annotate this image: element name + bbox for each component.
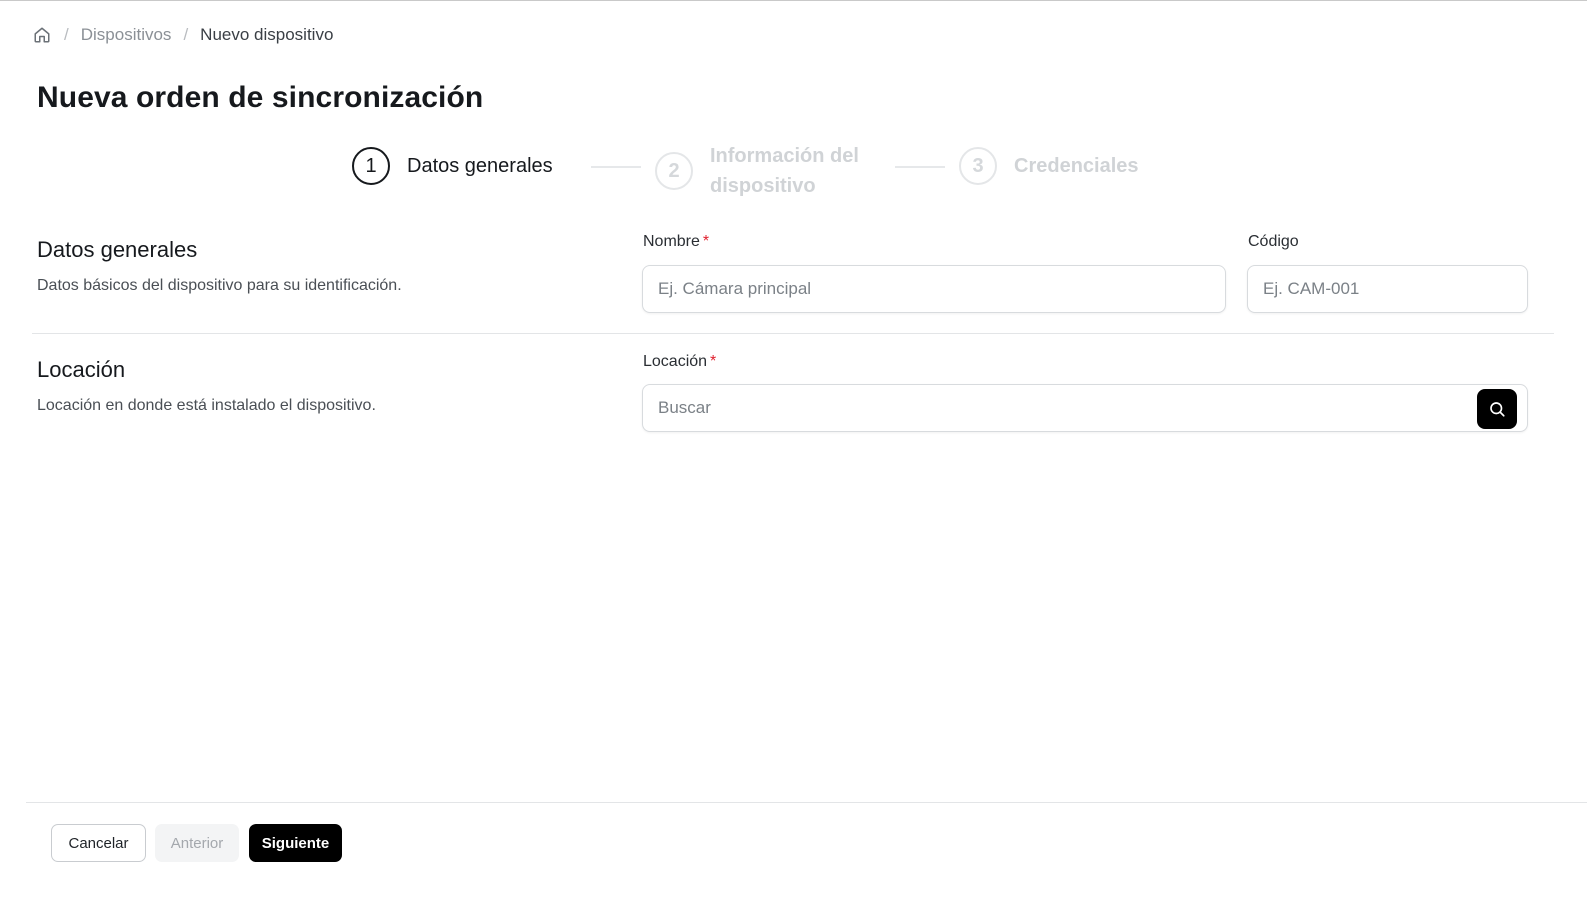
nombre-label: Nombre *: [643, 233, 709, 251]
cancel-button[interactable]: Cancelar: [51, 824, 146, 862]
step-number: 1: [352, 147, 390, 185]
locacion-label: Locación *: [643, 353, 716, 371]
stepper: 1 Datos generales 2 Información del disp…: [352, 141, 1172, 197]
step-informacion-dispositivo[interactable]: 2 Información del dispositivo: [655, 141, 870, 201]
breadcrumb-separator: /: [64, 25, 69, 44]
search-button[interactable]: [1477, 389, 1517, 429]
breadcrumb-current: Nuevo dispositivo: [200, 25, 334, 44]
step-label: Información del dispositivo: [710, 145, 859, 197]
codigo-field-wrapper: [1247, 265, 1528, 313]
nombre-label-text: Nombre: [643, 233, 700, 250]
step-label: Credenciales: [1014, 155, 1139, 177]
required-marker: *: [710, 353, 717, 370]
section-description-location: Locación en donde está instalado el disp…: [37, 397, 376, 414]
search-icon: [1488, 400, 1506, 418]
step-connector: [591, 166, 641, 168]
page-title: Nueva orden de sincronización: [37, 81, 484, 114]
step-number: 2: [655, 152, 693, 190]
locacion-search-input[interactable]: [643, 385, 1527, 431]
step-label: Datos generales: [407, 155, 553, 177]
section-title-location: Locación: [37, 357, 126, 382]
section-description-general: Datos básicos del dispositivo para su id…: [37, 277, 402, 294]
locacion-field-wrapper: [642, 384, 1528, 432]
breadcrumb-separator: /: [183, 25, 189, 44]
breadcrumb: / Dispositivos / Nuevo dispositivo: [32, 25, 333, 45]
next-button[interactable]: Siguiente: [249, 824, 342, 862]
step-datos-generales[interactable]: 1 Datos generales: [352, 147, 553, 185]
locacion-label-text: Locación: [643, 353, 708, 370]
codigo-label-text: Código: [1248, 233, 1299, 250]
section-divider: [32, 333, 1554, 334]
step-connector: [895, 166, 945, 168]
section-title-general: Datos generales: [37, 237, 198, 262]
nombre-input[interactable]: [643, 266, 1225, 312]
required-marker: *: [702, 233, 710, 250]
previous-button[interactable]: Anterior: [155, 824, 239, 862]
nombre-field-wrapper: [642, 265, 1226, 313]
home-icon[interactable]: [32, 25, 52, 45]
codigo-label: Código: [1248, 233, 1299, 251]
footer-divider: [26, 802, 1587, 803]
breadcrumb-link-dispositivos[interactable]: Dispositivos: [81, 25, 172, 45]
step-credenciales[interactable]: 3 Credenciales: [959, 147, 1139, 185]
codigo-input[interactable]: [1248, 266, 1527, 312]
step-number: 3: [959, 147, 997, 185]
